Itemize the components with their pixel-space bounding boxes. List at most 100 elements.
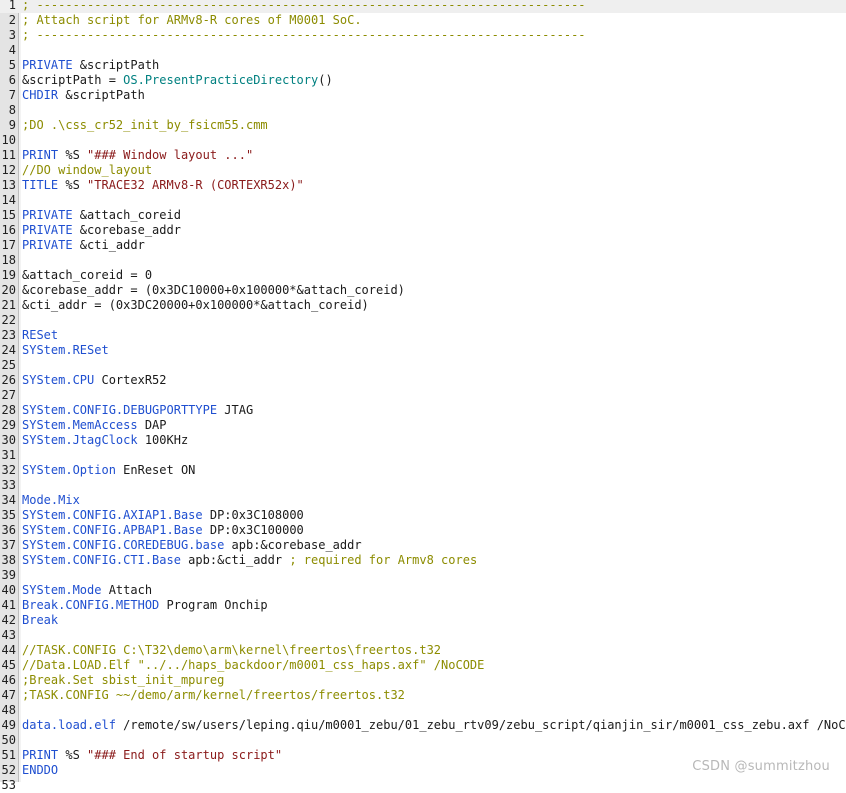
code-line[interactable]: 41 Break.CONFIG.METHOD Program Onchip	[0, 598, 846, 613]
code-line[interactable]: 25	[0, 358, 846, 373]
code-token-plain: EnReset ON	[115, 463, 196, 477]
code-line[interactable]: 39	[0, 568, 846, 583]
code-text: PRIVATE &attach_coreid	[22, 208, 181, 223]
code-line[interactable]: 36 SYStem.CONFIG.APBAP1.Base DP:0x3C10000…	[0, 523, 846, 538]
line-number: 7	[8, 88, 16, 102]
line-number: 18	[1, 253, 16, 267]
code-line[interactable]: 17 PRIVATE &cti_addr	[0, 238, 846, 253]
code-line[interactable]: 27	[0, 388, 846, 403]
line-number: 2	[8, 13, 16, 27]
code-line[interactable]: 44 //TASK.CONFIG C:\T32\demo\arm\kernel\f…	[0, 643, 846, 658]
code-line[interactable]: 19 &attach_coreid = 0	[0, 268, 846, 283]
line-number: 6	[8, 73, 16, 87]
line-number: 31	[1, 448, 16, 462]
line-number: 51	[1, 748, 16, 762]
code-line[interactable]: 7 CHDIR &scriptPath	[0, 88, 846, 103]
code-text: ENDDO	[22, 763, 58, 778]
code-line[interactable]: 47 ;TASK.CONFIG ~~/demo/arm/kernel/freert…	[0, 688, 846, 703]
code-line[interactable]: 13 TITLE %S "TRACE32 ARMv8-R (CORTEXR52x)…	[0, 178, 846, 193]
code-line[interactable]: 16 PRIVATE &corebase_addr	[0, 223, 846, 238]
code-line[interactable]: 23 RESet	[0, 328, 846, 343]
code-line[interactable]: 26 SYStem.CPU CortexR52	[0, 373, 846, 388]
code-line[interactable]: 22	[0, 313, 846, 328]
line-number: 34	[1, 493, 16, 507]
code-token-kw: TITLE	[22, 178, 59, 192]
code-token-kw: SYStem.CPU	[22, 373, 95, 387]
line-number: 9	[8, 118, 16, 132]
code-text: ;Break.Set sbist_init_mpureg	[22, 673, 224, 688]
code-line[interactable]: 4	[0, 43, 846, 58]
code-line[interactable]: 45 //Data.LOAD.Elf "../../haps_backdoor/m…	[0, 658, 846, 673]
code-line[interactable]: 48	[0, 703, 846, 718]
code-token-plain: DAP	[137, 418, 167, 432]
code-line[interactable]: 29 SYStem.MemAccess DAP	[0, 418, 846, 433]
code-text: SYStem.RESet	[22, 343, 109, 358]
code-text: &cti_addr = (0x3DC20000+0x100000*&attach…	[22, 298, 369, 313]
code-token-kw: Break	[22, 613, 59, 627]
line-number: 42	[1, 613, 16, 627]
watermark: CSDN @summitzhou	[692, 759, 830, 774]
code-line[interactable]: 24 SYStem.RESet	[0, 343, 846, 358]
code-token-kw: SYStem.CONFIG.DEBUGPORTTYPE	[22, 403, 218, 417]
code-line[interactable]: 20 &corebase_addr = (0x3DC10000+0x100000*…	[0, 283, 846, 298]
line-number: 19	[1, 268, 16, 282]
code-lines[interactable]: 1 ; -------------------------------------…	[0, 0, 846, 793]
code-token-str: "### End of startup script"	[87, 748, 283, 762]
code-line[interactable]: 43	[0, 628, 846, 643]
code-line[interactable]: 33	[0, 478, 846, 493]
line-number: 38	[1, 553, 16, 567]
code-line[interactable]: 21 &cti_addr = (0x3DC20000+0x100000*&atta…	[0, 298, 846, 313]
code-line[interactable]: 5 PRIVATE &scriptPath	[0, 58, 846, 73]
code-line[interactable]: 9 ;DO .\css_cr52_init_by_fsicm55.cmm	[0, 118, 846, 133]
code-token-cmt: ; --------------------------------------…	[22, 28, 586, 42]
code-line[interactable]: 28 SYStem.CONFIG.DEBUGPORTTYPE JTAG	[0, 403, 846, 418]
line-number: 50	[1, 733, 16, 747]
line-number: 44	[1, 643, 16, 657]
code-line[interactable]: 6 &scriptPath = OS.PresentPracticeDirecto…	[0, 73, 846, 88]
code-line[interactable]: 8	[0, 103, 846, 118]
line-number: 4	[8, 43, 16, 57]
code-line[interactable]: 14	[0, 193, 846, 208]
line-number: 13	[1, 178, 16, 192]
code-line[interactable]: 35 SYStem.CONFIG.AXIAP1.Base DP:0x3C10800…	[0, 508, 846, 523]
code-line[interactable]: 32 SYStem.Option EnReset ON	[0, 463, 846, 478]
code-line[interactable]: 49 data.load.elf /remote/sw/users/leping.…	[0, 718, 846, 733]
code-line[interactable]: 34 Mode.Mix	[0, 493, 846, 508]
code-text: ;TASK.CONFIG ~~/demo/arm/kernel/freertos…	[22, 688, 405, 703]
code-line[interactable]: 10	[0, 133, 846, 148]
code-text: TITLE %S "TRACE32 ARMv8-R (CORTEXR52x)"	[22, 178, 304, 193]
code-token-plain: %S	[58, 748, 88, 762]
code-line[interactable]: 15 PRIVATE &attach_coreid	[0, 208, 846, 223]
code-editor[interactable]: 1 ; -------------------------------------…	[0, 0, 846, 792]
line-number: 28	[1, 403, 16, 417]
code-line[interactable]: 46 ;Break.Set sbist_init_mpureg	[0, 673, 846, 688]
line-number: 39	[1, 568, 16, 582]
code-token-plain: /remote/sw/users/leping.qiu/m0001_zebu/0…	[115, 718, 846, 732]
code-text: SYStem.JtagClock 100KHz	[22, 433, 188, 448]
code-line[interactable]: 53	[0, 778, 846, 793]
line-number: 49	[1, 718, 16, 732]
line-number: 52	[1, 763, 16, 777]
code-line[interactable]: 2 ; Attach script for ARMv8-R cores of M0…	[0, 13, 846, 28]
code-text: Mode.Mix	[22, 493, 80, 508]
line-number: 20	[1, 283, 16, 297]
code-line[interactable]: 40 SYStem.Mode Attach	[0, 583, 846, 598]
code-line[interactable]: 30 SYStem.JtagClock 100KHz	[0, 433, 846, 448]
code-line[interactable]: 1 ; -------------------------------------…	[0, 0, 846, 13]
line-number: 17	[1, 238, 16, 252]
code-line[interactable]: 31	[0, 448, 846, 463]
code-line[interactable]: 37 SYStem.CONFIG.COREDEBUG.base apb:&core…	[0, 538, 846, 553]
code-line[interactable]: 11 PRINT %S "### Window layout ..."	[0, 148, 846, 163]
code-line[interactable]: 38 SYStem.CONFIG.CTI.Base apb:&cti_addr ;…	[0, 553, 846, 568]
code-line[interactable]: 18	[0, 253, 846, 268]
code-line[interactable]: 42 Break	[0, 613, 846, 628]
code-line[interactable]: 50	[0, 733, 846, 748]
code-line[interactable]: 12 //DO window_layout	[0, 163, 846, 178]
code-line[interactable]: 3 ; -------------------------------------…	[0, 28, 846, 43]
code-token-plain: Attach	[101, 583, 153, 597]
code-text: ;DO .\css_cr52_init_by_fsicm55.cmm	[22, 118, 268, 133]
code-token-plain: %S	[58, 178, 88, 192]
line-number: 45	[1, 658, 16, 672]
code-token-plain: &scriptPath	[72, 58, 160, 72]
line-number: 24	[1, 343, 16, 357]
